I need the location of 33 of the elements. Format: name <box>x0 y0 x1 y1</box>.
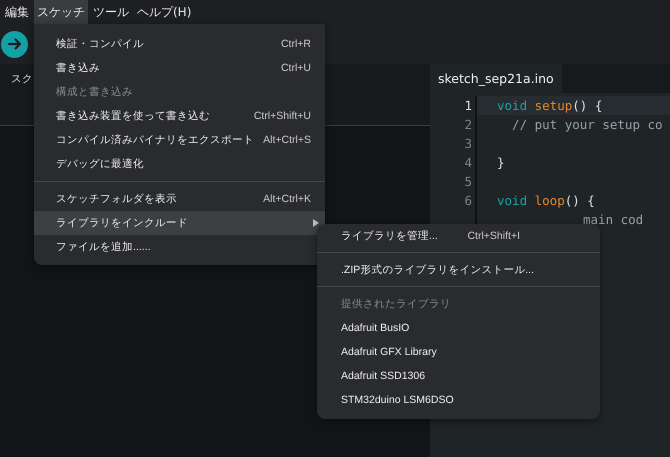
file-tab[interactable]: sketch_sep21a.ino <box>430 64 562 93</box>
code-line: } <box>497 155 505 170</box>
menu-item[interactable]: STM32duino LSM6DSO <box>317 388 600 412</box>
line-number: 3 <box>464 136 472 151</box>
code-line: void loop() { <box>497 193 595 208</box>
menu-heading: 提供されたライブラリ <box>340 297 452 312</box>
menu-bar-item[interactable]: スケッチ <box>34 0 88 24</box>
menu-item[interactable]: Adafruit BusIO <box>317 316 600 340</box>
menu-item[interactable]: コンパイル済みバイナリをエクスポート Alt+Ctrl+S <box>34 128 325 152</box>
code-line: main cod <box>583 212 644 227</box>
code-line: void setup() { <box>497 98 602 113</box>
line-number: 1 <box>464 98 472 113</box>
menu-item[interactable]: Adafruit SSD1306 <box>317 364 600 388</box>
menu-bar-item[interactable]: ヘルプ(H) <box>134 0 194 24</box>
menu-item[interactable]: ライブラリをインクルード <box>34 211 325 235</box>
arrow-right-icon <box>6 36 22 52</box>
menu-item[interactable]: Adafruit GFX Library <box>317 340 600 364</box>
line-number: 5 <box>464 174 472 189</box>
menu-item[interactable]: 書き込み Ctrl+U <box>34 56 325 80</box>
code-line: // put your setup co <box>511 117 663 132</box>
menu-bar-item[interactable]: 編集 <box>2 0 32 24</box>
upload-button[interactable] <box>1 30 28 58</box>
line-number: 2 <box>464 117 472 132</box>
line-number: 6 <box>464 193 472 208</box>
menu-bar-item[interactable]: ツール <box>90 0 132 24</box>
panel-title: スク <box>11 73 33 85</box>
menu-item[interactable]: .ZIP形式のライブラリをインストール... <box>317 258 600 282</box>
menu-item[interactable]: 書き込み装置を使って書き込む Ctrl+Shift+U <box>34 104 325 128</box>
line-number: 4 <box>464 155 472 170</box>
menu-item[interactable]: ファイルを追加...... <box>34 235 165 259</box>
submenu-arrow-icon <box>313 219 319 227</box>
menu-item[interactable]: スケッチフォルダを表示 Alt+Ctrl+K <box>34 187 325 211</box>
menu-item[interactable]: デバッグに最適化 <box>34 152 158 176</box>
